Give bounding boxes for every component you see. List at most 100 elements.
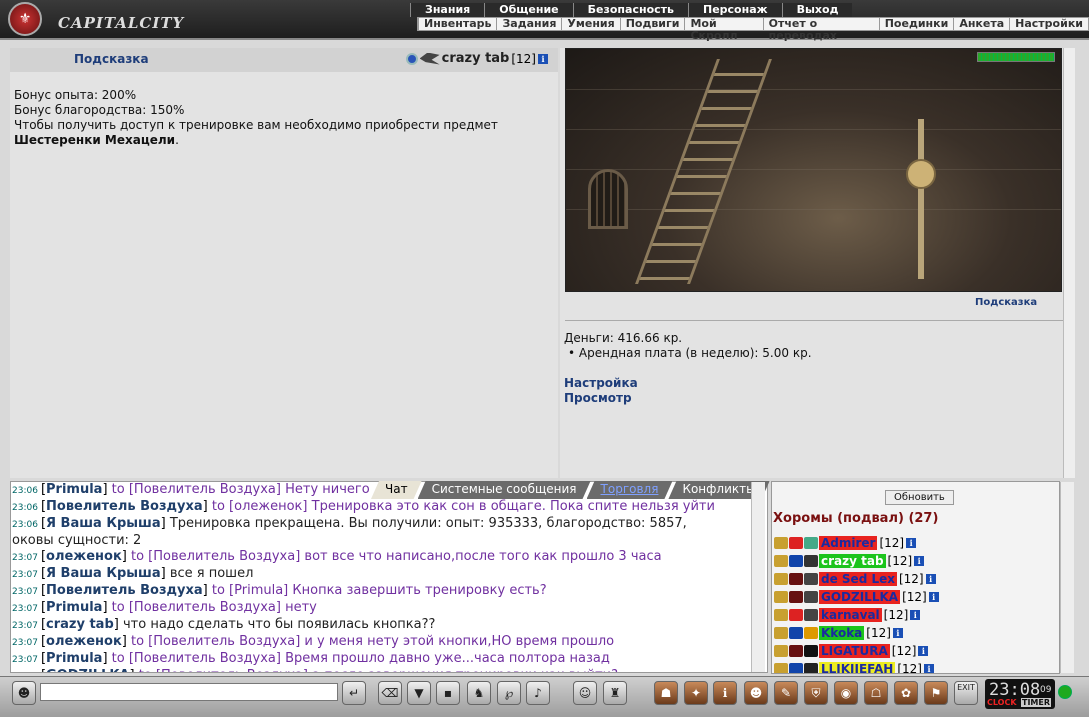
group-icon[interactable]: ☖ bbox=[864, 681, 888, 705]
message-recipient[interactable]: to [Повелитель Воздуха] bbox=[112, 482, 281, 497]
globe-icon[interactable]: ◉ bbox=[834, 681, 858, 705]
save-disk-icon[interactable]: ▪ bbox=[436, 681, 460, 705]
exit-door-icon[interactable]: EXIT bbox=[954, 681, 978, 705]
player-name[interactable]: Admirer bbox=[819, 536, 878, 550]
sub-menu-item[interactable]: Мой Скролл bbox=[684, 18, 762, 42]
player-info-icon[interactable]: i bbox=[914, 556, 925, 566]
flag-icon[interactable]: ⚑ bbox=[924, 681, 948, 705]
message-time[interactable]: 23:07 bbox=[12, 570, 38, 580]
message-author[interactable]: Primula bbox=[46, 482, 102, 497]
armor-icon[interactable]: ⛨ bbox=[804, 681, 828, 705]
emoticon-icon[interactable]: ☺ bbox=[573, 681, 597, 705]
sub-menu-item[interactable]: Подвиги bbox=[619, 18, 685, 30]
roster-scrollbar[interactable] bbox=[1060, 482, 1074, 673]
message-time[interactable]: 23:06 bbox=[12, 520, 38, 530]
player-info-icon[interactable]: i bbox=[918, 646, 929, 656]
settings-link[interactable]: Настройка bbox=[564, 376, 638, 391]
top-menu-item[interactable]: Персонаж bbox=[688, 3, 782, 17]
message-author[interactable]: Повелитель Воздуха bbox=[46, 499, 203, 514]
clock-label[interactable]: CLOCK bbox=[987, 698, 1017, 707]
message-recipient[interactable]: to [Повелитель Воздуха] bbox=[131, 549, 300, 564]
private-chat-icon[interactable] bbox=[774, 537, 788, 549]
message-time[interactable]: 23:06 bbox=[12, 486, 38, 496]
message-time[interactable]: 23:07 bbox=[12, 655, 38, 665]
private-chat-icon[interactable] bbox=[774, 645, 788, 657]
private-chat-icon[interactable] bbox=[774, 609, 788, 621]
chat-tab[interactable]: Чат bbox=[371, 481, 422, 499]
top-menu-item[interactable]: Безопасность bbox=[572, 3, 688, 17]
player-info-icon[interactable]: i bbox=[892, 628, 903, 638]
chat-scrollbar[interactable] bbox=[751, 482, 765, 672]
player-name[interactable]: GODZILLKA bbox=[819, 590, 901, 604]
run-figure-icon[interactable]: ♞ bbox=[467, 681, 491, 705]
message-author[interactable]: GODZILLKA bbox=[46, 668, 129, 672]
message-time[interactable]: 23:07 bbox=[12, 672, 38, 673]
private-chat-icon[interactable] bbox=[774, 591, 788, 603]
chat-input[interactable] bbox=[40, 683, 338, 701]
player-name[interactable]: crazy tab bbox=[819, 554, 886, 568]
private-chat-icon[interactable] bbox=[774, 627, 788, 639]
helmet-icon[interactable]: ♜ bbox=[603, 681, 627, 705]
player-name[interactable]: de Sed Lex bbox=[819, 572, 897, 586]
message-recipient[interactable]: to [Primula] bbox=[212, 583, 288, 598]
refresh-button[interactable]: Обновить bbox=[885, 490, 954, 505]
player-name[interactable]: Kkoka bbox=[819, 626, 865, 640]
player-name[interactable]: karnaval bbox=[819, 608, 882, 622]
private-chat-icon[interactable] bbox=[774, 555, 788, 567]
player-info-icon[interactable]: i bbox=[923, 664, 934, 673]
character-icon[interactable]: ☗ bbox=[654, 681, 678, 705]
clear-eraser-icon[interactable]: ⌫ bbox=[378, 681, 402, 705]
sub-menu-item[interactable]: Настройки bbox=[1009, 18, 1088, 30]
message-time[interactable]: 23:07 bbox=[12, 621, 38, 631]
mask-icon[interactable]: ☻ bbox=[744, 681, 768, 705]
player-name[interactable]: LIGATURA bbox=[819, 644, 890, 658]
message-time[interactable]: 23:07 bbox=[12, 553, 38, 563]
message-recipient[interactable]: to [Повелитель Воздуха] bbox=[139, 668, 308, 672]
message-recipient[interactable]: to [Повелитель Воздуха] bbox=[112, 600, 281, 615]
right-scrollbar[interactable] bbox=[1063, 48, 1075, 478]
top-menu-item[interactable]: Общение bbox=[484, 3, 573, 17]
skills-icon[interactable]: ✦ bbox=[684, 681, 708, 705]
top-menu-item[interactable]: Знания bbox=[410, 3, 485, 17]
sub-menu-item[interactable]: Поединки bbox=[878, 18, 954, 30]
player-info-icon[interactable]: i bbox=[925, 574, 936, 584]
message-recipient[interactable]: to [Повелитель Воздуха] bbox=[112, 651, 281, 666]
sub-menu-item[interactable]: Инвентарь bbox=[418, 18, 496, 30]
chat-tab[interactable]: Системные сообщения bbox=[418, 481, 591, 499]
hint-link[interactable]: Подсказка bbox=[74, 52, 149, 66]
send-enter-icon[interactable]: ↵ bbox=[342, 681, 366, 705]
sub-menu-item[interactable]: Умения bbox=[561, 18, 619, 30]
crest-logo-icon[interactable]: ⚜ bbox=[8, 2, 42, 36]
training-idol[interactable] bbox=[906, 119, 936, 279]
player-info-icon[interactable]: i bbox=[910, 610, 921, 620]
message-author[interactable]: Я Ваша Крыша bbox=[46, 516, 161, 531]
sub-menu-item[interactable]: Анкета bbox=[953, 18, 1009, 30]
paw-icon[interactable]: ✿ bbox=[894, 681, 918, 705]
user-name[interactable]: crazy tab bbox=[442, 51, 510, 66]
private-chat-icon[interactable] bbox=[774, 573, 788, 585]
message-recipient[interactable]: to [Повелитель Воздуха] bbox=[131, 634, 300, 649]
message-author[interactable]: Primula bbox=[46, 600, 102, 615]
message-time[interactable]: 23:06 bbox=[12, 503, 38, 513]
message-author[interactable]: Primula bbox=[46, 651, 102, 666]
private-list-icon[interactable]: ℘ bbox=[497, 681, 521, 705]
player-name[interactable]: LLIKJIEFAH bbox=[819, 662, 896, 673]
filter-icon[interactable]: ▼ bbox=[407, 681, 431, 705]
sub-menu-item[interactable]: Отчет о переводах bbox=[762, 18, 879, 42]
player-info-icon[interactable]: i bbox=[928, 592, 939, 602]
message-time[interactable]: 23:07 bbox=[12, 587, 38, 597]
private-chat-icon[interactable] bbox=[774, 663, 788, 673]
top-menu-item[interactable]: Выход bbox=[781, 3, 853, 17]
message-author[interactable]: Повелитель Воздуха bbox=[46, 583, 203, 598]
message-recipient[interactable]: to [олеженок] bbox=[212, 499, 308, 514]
message-author[interactable]: crazy tab bbox=[46, 617, 114, 632]
user-info-icon[interactable]: i bbox=[538, 53, 548, 64]
message-author[interactable]: олеженок bbox=[46, 634, 122, 649]
message-author[interactable]: Я Ваша Крыша bbox=[46, 566, 161, 581]
message-author[interactable]: олеженок bbox=[46, 549, 122, 564]
message-time[interactable]: 23:07 bbox=[12, 604, 38, 614]
sound-icon[interactable]: ♪ bbox=[526, 681, 550, 705]
sub-menu-item[interactable]: Задания bbox=[496, 18, 561, 30]
player-info-icon[interactable]: i bbox=[906, 538, 917, 548]
chat-tab[interactable]: Торговля bbox=[587, 481, 673, 499]
